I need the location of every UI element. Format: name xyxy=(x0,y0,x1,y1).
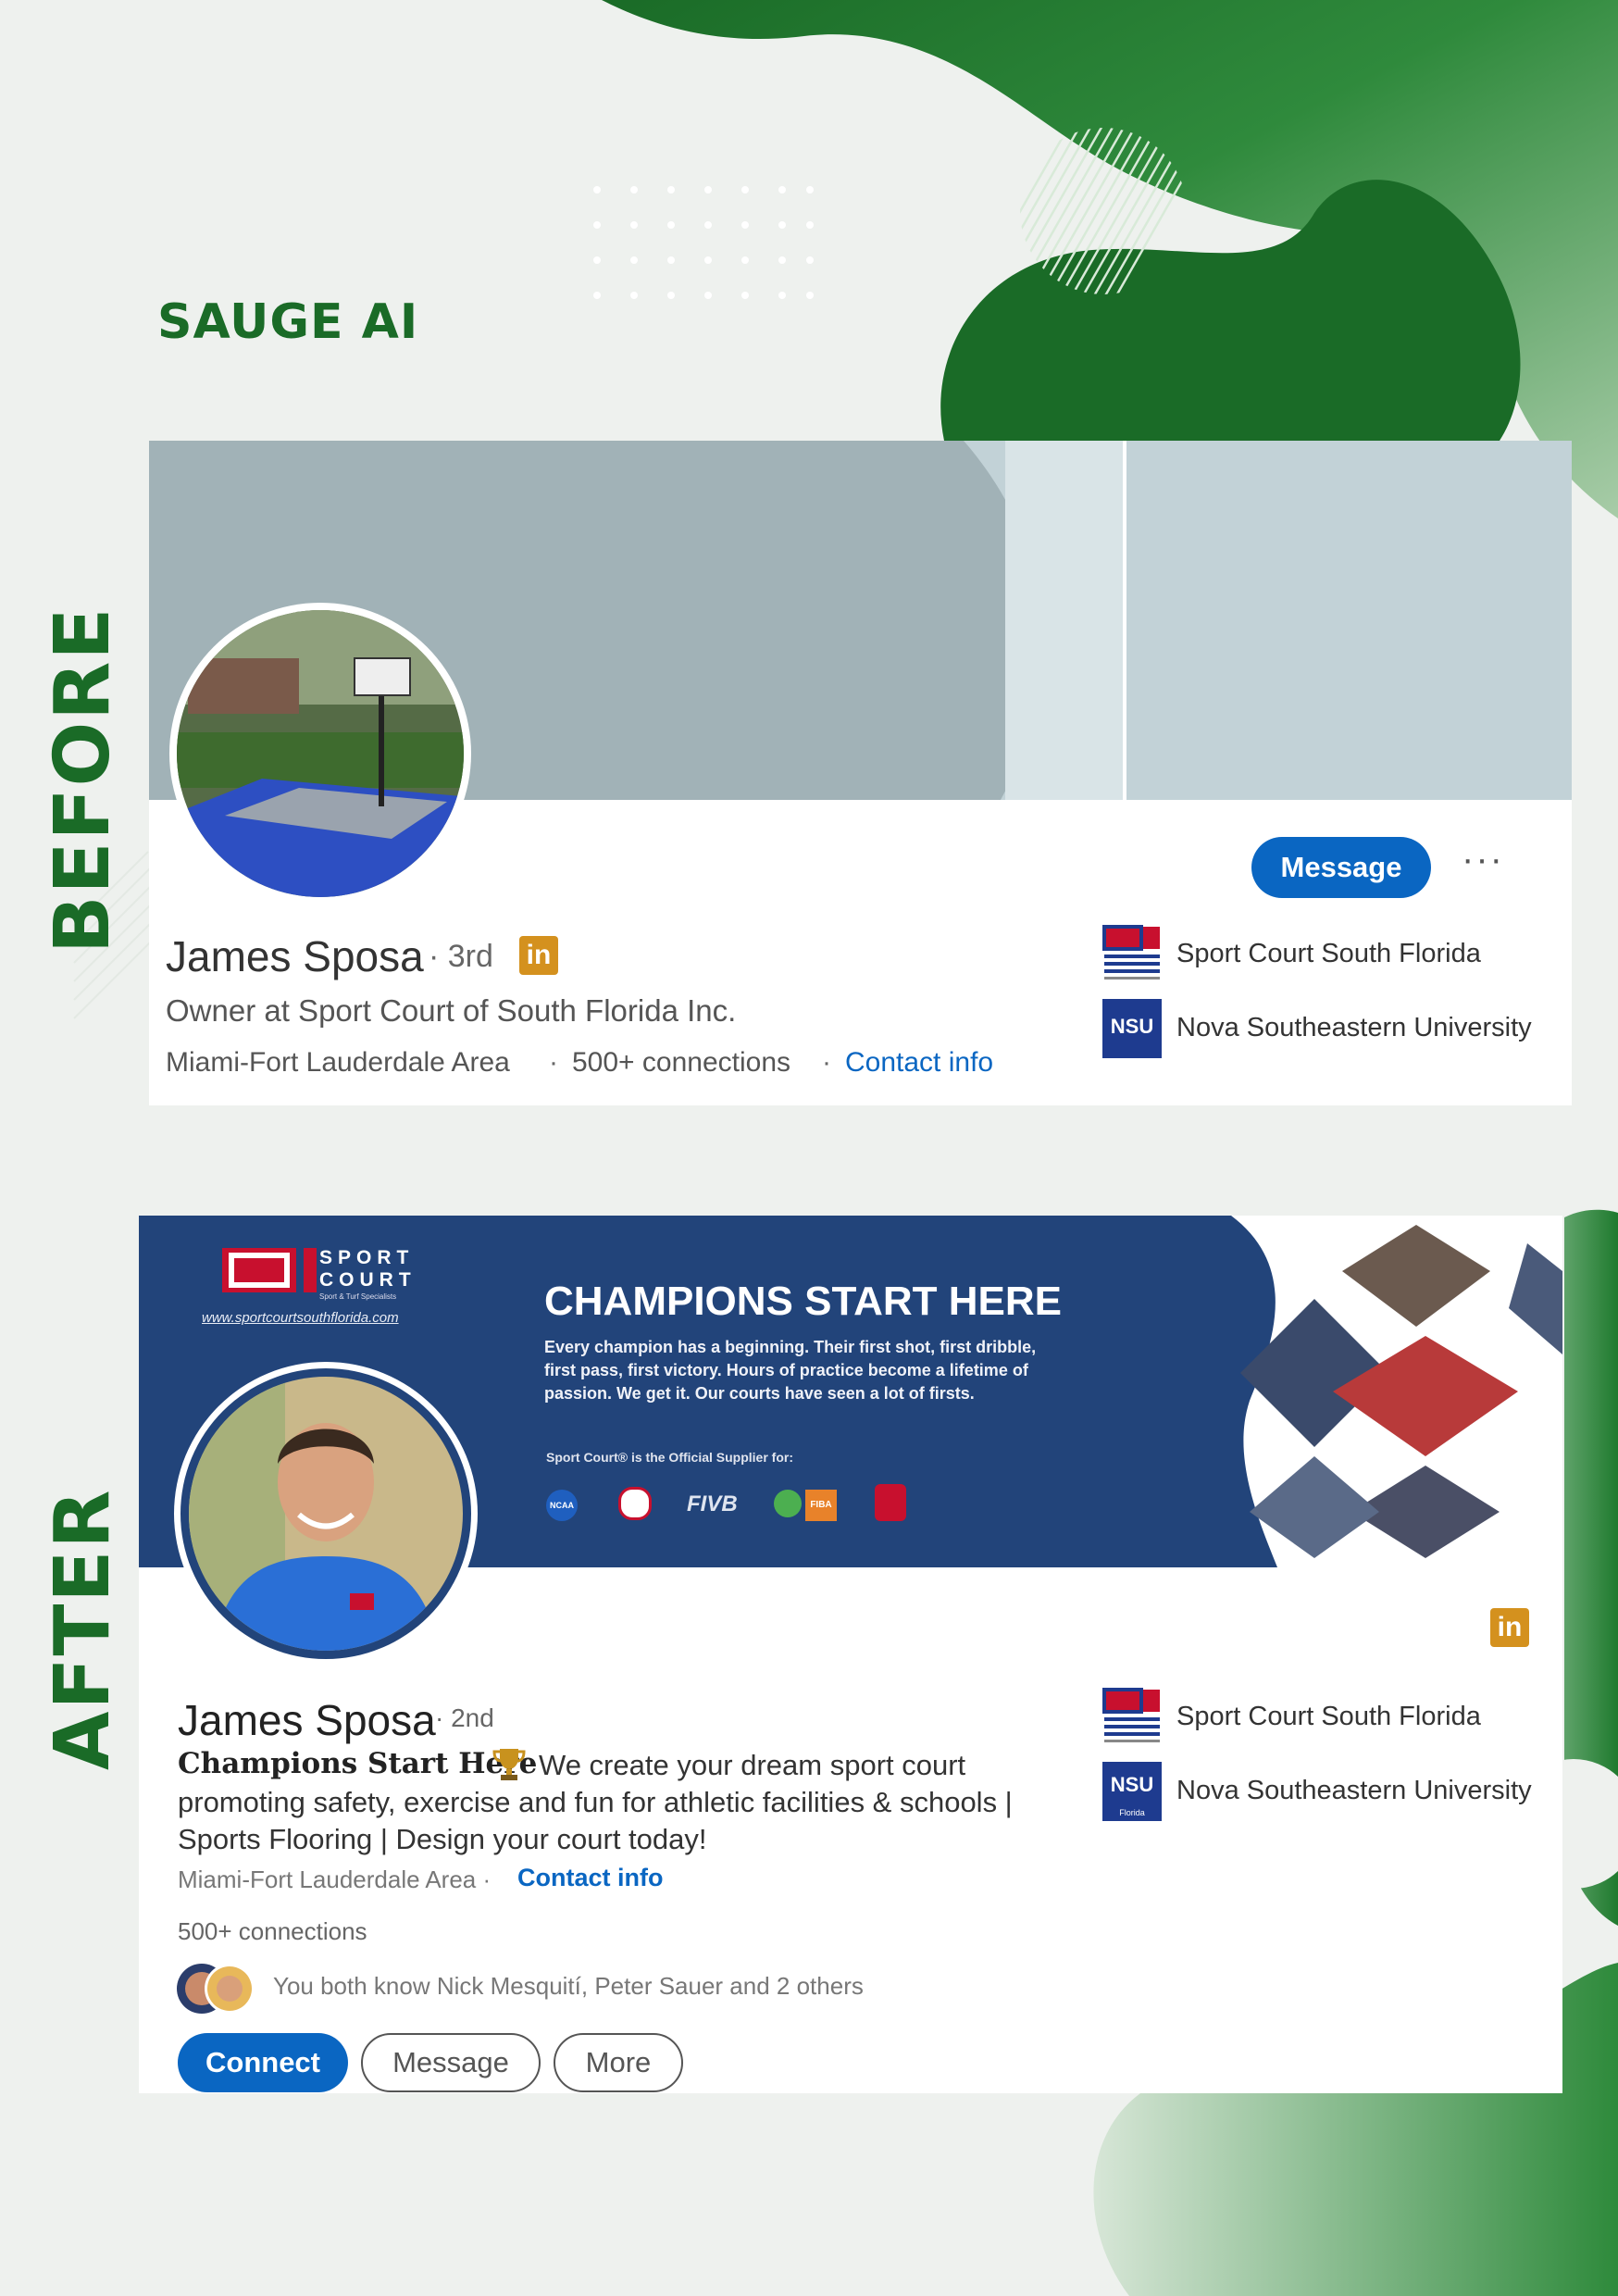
banner-logo-top: SPORT xyxy=(319,1247,415,1268)
before-profile-card: Message ··· James Sposa · 3rd in Owner a… xyxy=(149,441,1572,1105)
nsu-logo[interactable]: NSU xyxy=(1102,999,1162,1058)
after-headline-bold: Champions Start Here xyxy=(178,1747,538,1780)
sport-court-logo[interactable] xyxy=(1102,1688,1162,1747)
connect-button[interactable]: Connect xyxy=(178,2033,348,2092)
separator: · xyxy=(822,1047,831,1078)
more-button[interactable]: More xyxy=(554,2033,683,2092)
trophy-icon xyxy=(492,1749,526,1780)
nsu-logo-subtext: Florida xyxy=(1119,1808,1145,1817)
before-connections: 500+ connections xyxy=(572,1047,791,1078)
before-org-name[interactable]: Nova Southeastern University xyxy=(1176,1013,1532,1043)
banner-url: www.sportcourtsouthflorida.com xyxy=(202,1310,399,1326)
linkedin-icon: in xyxy=(1490,1608,1529,1647)
before-avatar[interactable] xyxy=(169,603,471,905)
fiba-logo: FIBA xyxy=(805,1490,837,1521)
nsu-logo-text: NSU xyxy=(1110,1773,1154,1796)
after-org-name[interactable]: Sport Court South Florida xyxy=(1176,1702,1481,1732)
after-headline-line: promoting safety, exercise and fun for a… xyxy=(178,1786,1013,1818)
mutual-connections-text[interactable]: You both know Nick Mesquití, Peter Sauer… xyxy=(273,1972,864,2001)
message-button[interactable]: Message xyxy=(361,2033,541,2092)
before-message-button[interactable]: Message xyxy=(1251,837,1431,898)
before-org-name[interactable]: Sport Court South Florida xyxy=(1176,939,1481,969)
before-profile-name: James Sposa xyxy=(166,932,424,980)
banner-supplier-text: Sport Court® is the Official Supplier fo… xyxy=(546,1450,793,1465)
volleyball-logo xyxy=(618,1487,652,1520)
after-profile-name: James Sposa xyxy=(178,1696,436,1744)
after-label: AFTER xyxy=(39,1488,127,1770)
before-connection-degree: · 3rd xyxy=(429,939,493,974)
ncaa-logo: NCAA xyxy=(546,1490,578,1521)
banner-title: CHAMPIONS START HERE xyxy=(544,1279,1062,1324)
banner-body-line: passion. We get it. Our courts have seen… xyxy=(544,1384,975,1403)
mutual-connections-avatars xyxy=(177,1964,255,2014)
banner-body-line: first pass, first victory. Hours of prac… xyxy=(544,1361,1028,1379)
after-avatar[interactable] xyxy=(174,1362,478,1666)
before-headline: Owner at Sport Court of South Florida In… xyxy=(166,993,737,1028)
globe-logo xyxy=(774,1490,802,1517)
banner-body-line: Every champion has a beginning. Their fi… xyxy=(544,1338,1037,1356)
after-connection-degree: · 2nd xyxy=(435,1703,494,1732)
nsu-logo[interactable]: NSU Florida xyxy=(1102,1762,1162,1821)
brand-logo-text: SAUGE AI xyxy=(157,294,419,350)
banner-logo-bottom: COURT xyxy=(319,1269,417,1291)
after-headline-line: We create your dream sport court xyxy=(539,1749,966,1781)
before-location: Miami-Fort Lauderdale Area xyxy=(166,1047,510,1078)
before-contact-info-link[interactable]: Contact info xyxy=(845,1047,993,1079)
linkedin-icon: in xyxy=(519,936,558,975)
separator: · xyxy=(549,1047,558,1078)
sport-court-logo[interactable] xyxy=(1102,925,1162,984)
after-connections[interactable]: 500+ connections xyxy=(178,1917,367,1946)
before-label: BEFORE xyxy=(39,605,127,954)
shield-logo xyxy=(875,1484,906,1521)
more-options-icon[interactable]: ··· xyxy=(1462,839,1504,880)
after-contact-info-link[interactable]: Contact info xyxy=(517,1864,663,1892)
after-org-name[interactable]: Nova Southeastern University xyxy=(1176,1776,1532,1806)
banner-logo-tagline: Sport & Turf Specialists xyxy=(319,1292,397,1301)
after-headline-line: Sports Flooring | Design your court toda… xyxy=(178,1823,707,1855)
fivb-logo: FIVB xyxy=(687,1491,738,1516)
after-location: Miami-Fort Lauderdale Area · xyxy=(178,1866,492,1893)
after-profile-card: SPORT COURT Sport & Turf Specialists www… xyxy=(139,1216,1562,2093)
